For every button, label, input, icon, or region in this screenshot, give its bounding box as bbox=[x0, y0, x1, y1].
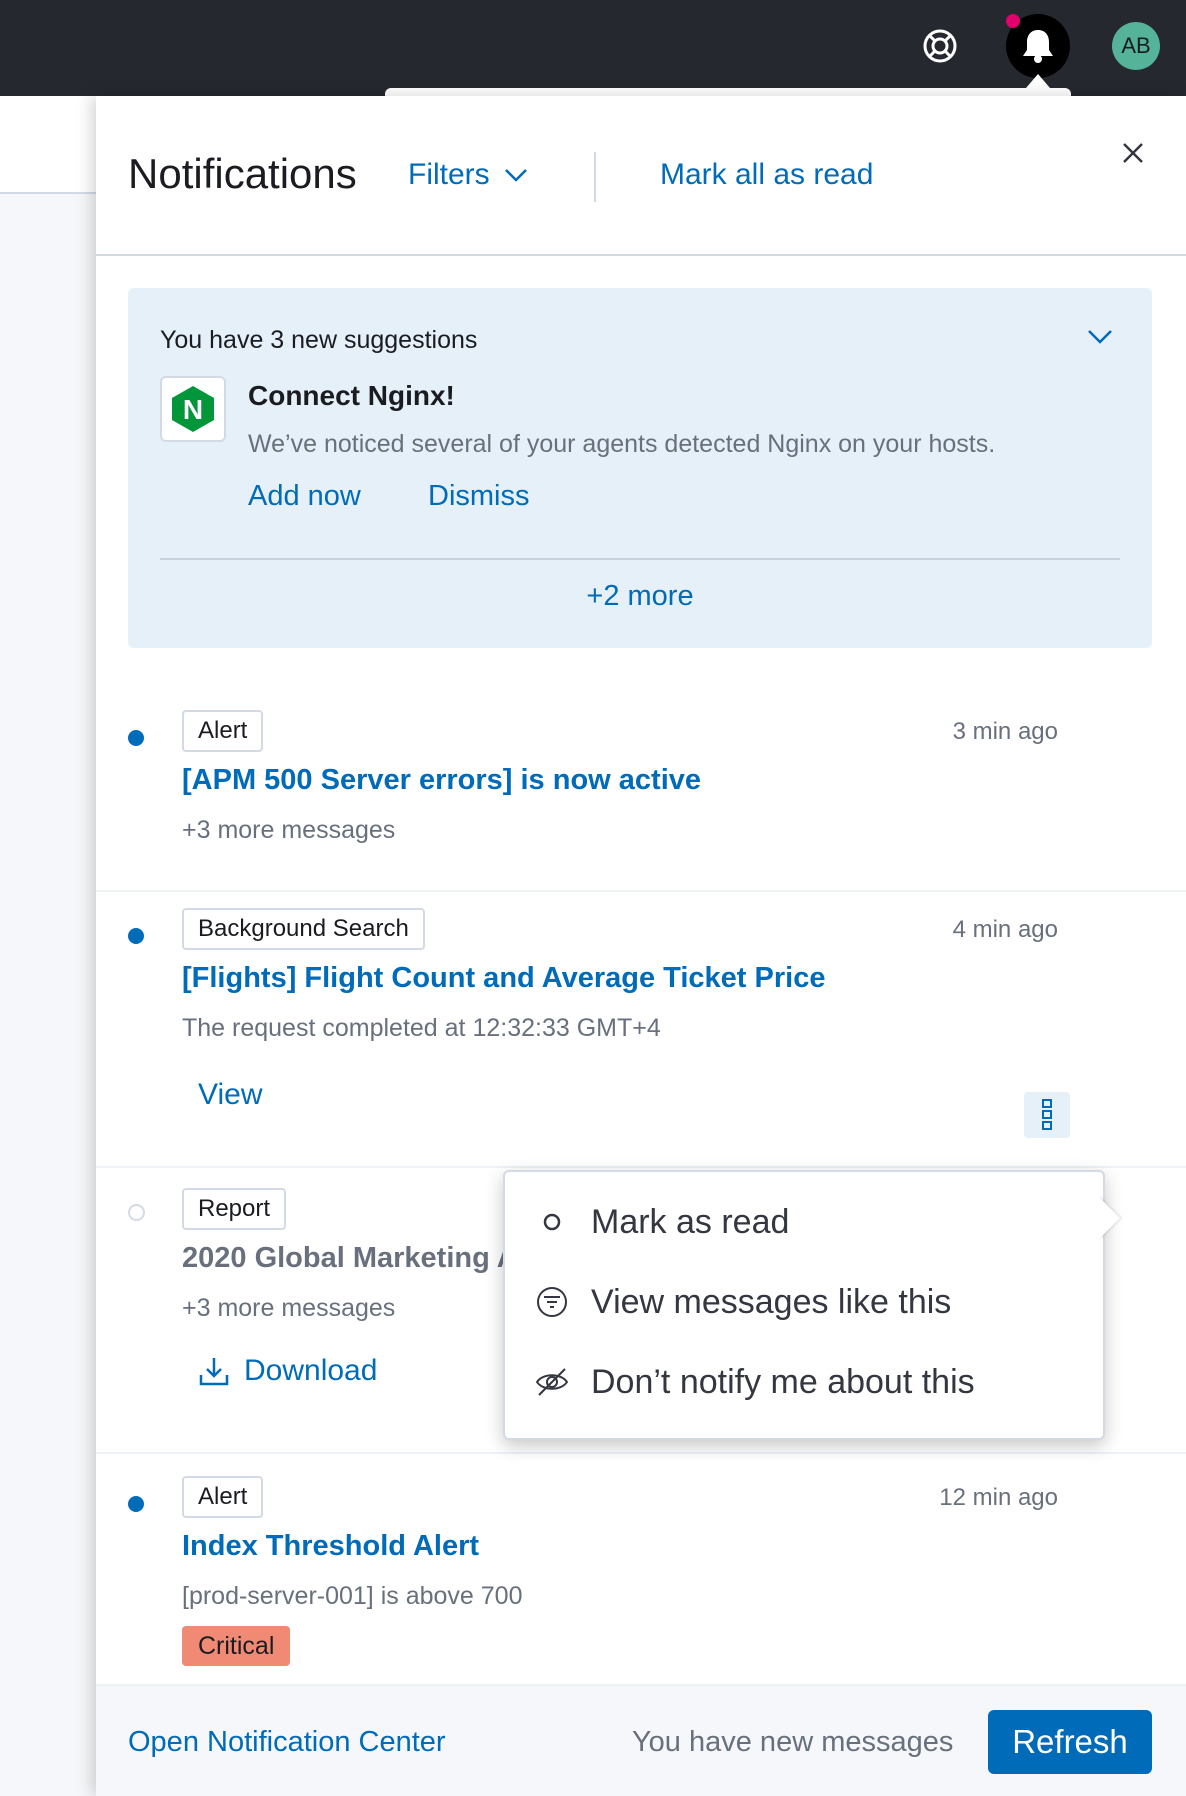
menu-item-dont-notify[interactable]: Don’t notify me about this bbox=[535, 1352, 975, 1412]
notification-item: Alert 12 min ago Index Threshold Alert [… bbox=[96, 1452, 1186, 1686]
notification-badge: Alert bbox=[182, 710, 264, 752]
download-link[interactable]: Download bbox=[198, 1354, 377, 1388]
notification-subtext: [prod-server-001] is above 700 bbox=[182, 1582, 523, 1610]
menu-item-view-similar[interactable]: View messages like this bbox=[535, 1272, 951, 1332]
notification-context-menu: Mark as read View messages like this Don… bbox=[503, 1170, 1105, 1440]
view-label: View bbox=[198, 1078, 263, 1111]
menu-item-mark-as-read[interactable]: Mark as read bbox=[535, 1192, 789, 1252]
chevron-down-icon bbox=[504, 169, 527, 182]
unread-dot[interactable] bbox=[128, 1496, 144, 1512]
notification-time: 4 min ago bbox=[952, 916, 1058, 943]
notifications-flyout: Notifications Filters Mark all as read Y… bbox=[96, 96, 1186, 1796]
refresh-button[interactable]: Refresh bbox=[988, 1710, 1152, 1774]
unread-dot[interactable] bbox=[128, 928, 144, 944]
context-menu-arrow bbox=[1098, 1196, 1120, 1240]
notification-title[interactable]: [APM 500 Server errors] is now active bbox=[182, 764, 701, 797]
flyout-footer: Open Notification Center You have new me… bbox=[96, 1684, 1186, 1796]
read-dot[interactable] bbox=[128, 1204, 145, 1221]
suggestions-count: You have 3 new suggestions bbox=[160, 326, 478, 354]
notification-time: 3 min ago bbox=[952, 718, 1058, 745]
chevron-down-icon bbox=[1088, 330, 1112, 344]
suggestions-panel: You have 3 new suggestions N Connect Ngi… bbox=[128, 288, 1152, 648]
help-button[interactable] bbox=[920, 26, 960, 66]
kebab-menu-icon bbox=[1042, 1099, 1052, 1130]
menu-item-label: Don’t notify me about this bbox=[591, 1362, 975, 1401]
notification-actions-button[interactable] bbox=[1024, 1092, 1070, 1138]
background-card bbox=[0, 96, 96, 194]
notification-badge: Report bbox=[182, 1188, 287, 1230]
mark-all-read-link[interactable]: Mark all as read bbox=[660, 158, 873, 192]
unread-indicator-dot bbox=[1006, 14, 1020, 28]
nginx-logo: N bbox=[160, 376, 226, 442]
notification-item: Background Search 4 min ago [Flights] Fl… bbox=[96, 890, 1186, 1168]
suggestion-divider bbox=[160, 558, 1120, 560]
add-now-link[interactable]: Add now bbox=[248, 480, 361, 513]
view-link[interactable]: View bbox=[198, 1078, 262, 1112]
flyout-caret bbox=[1026, 74, 1050, 88]
notification-subtext: The request completed at 12:32:33 GMT+4 bbox=[182, 1014, 661, 1042]
filters-label: Filters bbox=[408, 158, 490, 191]
notification-subtext: +3 more messages bbox=[182, 816, 396, 844]
flyout-header: Notifications Filters Mark all as read bbox=[96, 96, 1186, 256]
notification-title[interactable]: 2020 Global Marketing A bbox=[182, 1242, 518, 1275]
close-icon bbox=[1123, 143, 1143, 163]
flyout-title: Notifications bbox=[128, 150, 357, 197]
lifebuoy-icon bbox=[923, 29, 957, 63]
notification-badge: Alert bbox=[182, 1476, 264, 1518]
open-notification-center-link[interactable]: Open Notification Center bbox=[128, 1726, 446, 1759]
new-messages-text: You have new messages bbox=[632, 1726, 954, 1758]
empty-circle-icon bbox=[535, 1205, 569, 1239]
notification-title[interactable]: [Flights] Flight Count and Average Ticke… bbox=[182, 962, 825, 995]
user-avatar[interactable]: AB bbox=[1112, 22, 1160, 70]
notification-item: Alert 3 min ago [APM 500 Server errors] … bbox=[96, 690, 1186, 892]
suggestion-title: Connect Nginx! bbox=[248, 380, 455, 411]
filter-icon bbox=[535, 1285, 569, 1319]
download-label: Download bbox=[244, 1354, 378, 1387]
background-page bbox=[0, 96, 96, 1796]
close-flyout-button[interactable] bbox=[1116, 136, 1150, 170]
suggestion-description: We’ve noticed several of your agents det… bbox=[248, 430, 996, 458]
filters-button[interactable]: Filters bbox=[408, 158, 528, 192]
bell-icon bbox=[1023, 30, 1053, 63]
notification-badge: Background Search bbox=[182, 908, 425, 950]
notification-subtext: +3 more messages bbox=[182, 1294, 396, 1322]
header-divider bbox=[594, 152, 596, 202]
menu-item-label: Mark as read bbox=[591, 1202, 790, 1241]
eye-off-icon bbox=[535, 1365, 569, 1399]
menu-item-label: View messages like this bbox=[591, 1282, 952, 1321]
collapse-suggestions-button[interactable] bbox=[1083, 320, 1117, 354]
download-icon bbox=[199, 1358, 229, 1386]
svg-text:N: N bbox=[183, 394, 203, 425]
more-suggestions-link[interactable]: +2 more bbox=[128, 580, 1152, 613]
unread-dot[interactable] bbox=[128, 730, 144, 746]
dismiss-link[interactable]: Dismiss bbox=[428, 480, 530, 513]
notification-time: 12 min ago bbox=[939, 1484, 1058, 1511]
severity-badge: Critical bbox=[182, 1626, 291, 1666]
notification-title[interactable]: Index Threshold Alert bbox=[182, 1530, 479, 1563]
